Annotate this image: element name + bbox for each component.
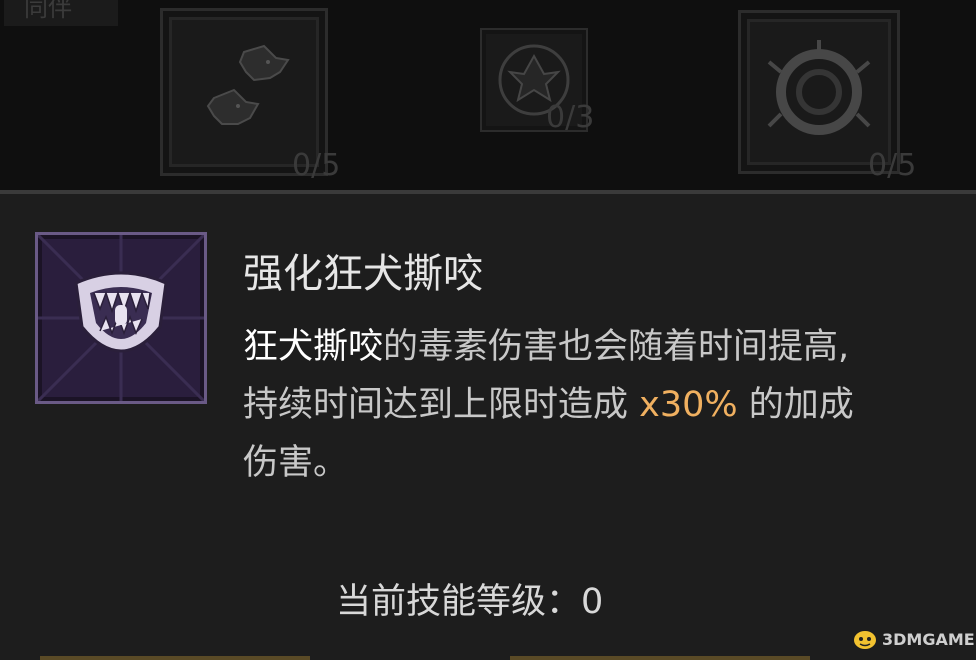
desc-text: 持续时间达到上限时造成 — [243, 385, 640, 425]
slot-count: 0/3 — [546, 100, 595, 135]
watermark-text: 3DMGAME — [882, 629, 975, 649]
level-value: 0 — [581, 582, 604, 622]
desc-damage-value: x30% — [639, 385, 738, 425]
skill-slot-wolves[interactable]: 0/5 — [160, 8, 340, 183]
slot-count: 0/5 — [868, 148, 917, 183]
fang-bite-icon — [35, 232, 207, 404]
wolves-icon — [174, 22, 314, 162]
skill-tree-strip: 同伴 0/5 0/3 0/5 — [0, 0, 976, 190]
slot-count: 0/5 — [292, 148, 341, 183]
desc-skill-name: 狂犬撕咬 — [243, 327, 384, 367]
bottom-button-edge — [40, 656, 310, 660]
watermark: 3DMGAME — [852, 628, 975, 650]
desc-text: 伤害。 — [243, 443, 349, 483]
thorn-ring-icon — [752, 24, 886, 160]
skill-title: 强化狂犬撕咬 — [243, 251, 483, 297]
skill-slot-thorn-ring[interactable]: 0/5 — [738, 10, 916, 183]
companion-tab[interactable]: 同伴 — [4, 0, 118, 26]
current-skill-level: 当前技能等级：0 — [336, 573, 603, 624]
mascot-icon — [854, 631, 876, 649]
skill-slot-sigil[interactable]: 0/3 — [480, 28, 594, 135]
bottom-button-edge — [510, 656, 810, 660]
desc-text: 的毒素伤害也会随着时间提高, — [383, 327, 850, 367]
skill-description: 狂犬撕咬的毒素伤害也会随着时间提高, 持续时间达到上限时造成 x30% 的加成 … — [243, 318, 953, 492]
desc-text: 的加成 — [737, 385, 854, 425]
level-label: 当前技能等级： — [336, 582, 582, 622]
